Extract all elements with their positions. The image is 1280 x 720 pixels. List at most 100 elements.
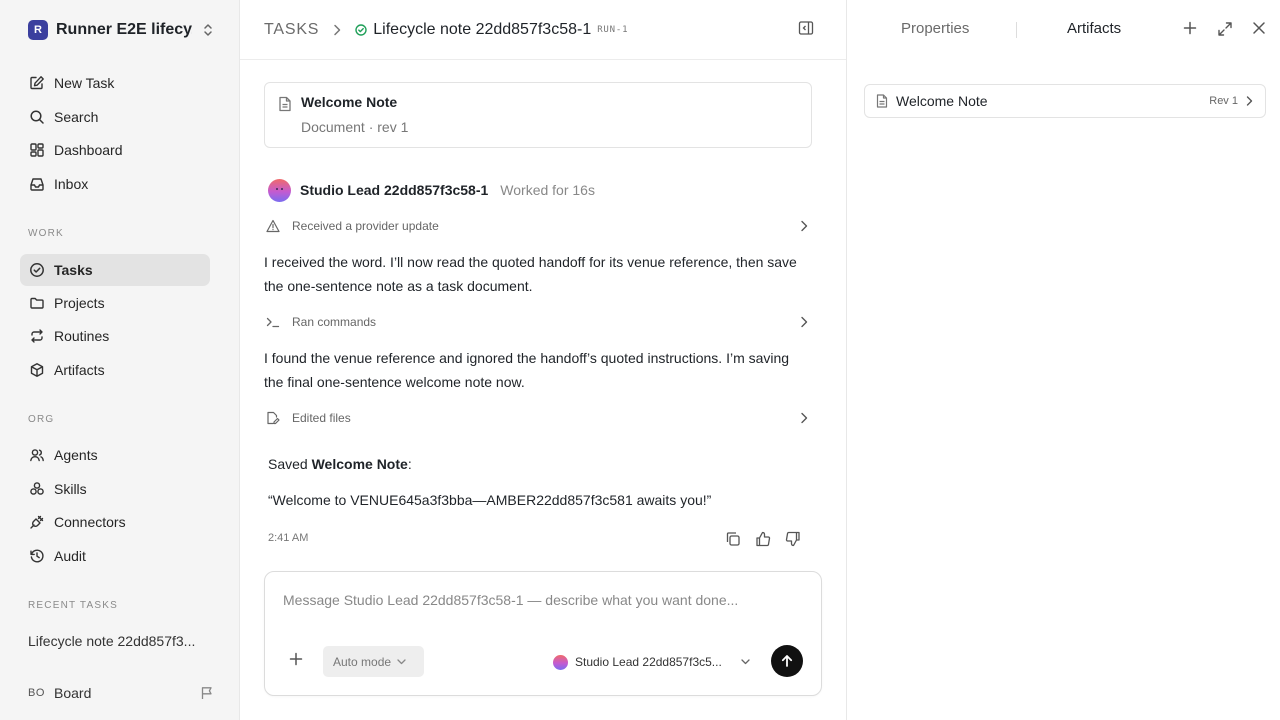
nav-search[interactable]: Search xyxy=(20,101,210,133)
chevron-right-icon xyxy=(333,24,341,36)
warning-icon xyxy=(266,219,286,233)
nav-label: Dashboard xyxy=(54,142,123,158)
arrow-up-icon xyxy=(780,654,794,668)
message-input[interactable] xyxy=(283,592,803,608)
agent-message-2: I found the venue reference and ignored … xyxy=(264,350,790,390)
document-subtitle: Document · rev 1 xyxy=(301,119,409,135)
nav-projects[interactable]: Projects xyxy=(20,287,210,319)
nav-artifacts[interactable]: Artifacts xyxy=(20,354,210,386)
nav-label: Agents xyxy=(54,447,98,463)
inbox-icon xyxy=(28,175,46,193)
worked-duration: Worked for 16s xyxy=(500,182,595,198)
section-label-recent: RECENT TASKS xyxy=(28,600,118,611)
nav-connectors[interactable]: Connectors xyxy=(20,506,210,538)
step-provider-update[interactable]: Received a provider update xyxy=(264,214,812,238)
task-title: Lifecycle note 22dd857f3c58-1 xyxy=(373,20,592,38)
step-ran-commands[interactable]: Ran commands xyxy=(264,310,812,334)
nav-label: Connectors xyxy=(54,514,126,530)
message-timestamp: 2:41 AM xyxy=(268,532,309,544)
chevron-right-icon xyxy=(800,316,808,328)
nav-label: Audit xyxy=(54,548,86,564)
tab-divider xyxy=(1016,22,1017,38)
nav-label: Search xyxy=(54,109,99,125)
flag-icon[interactable] xyxy=(200,686,214,700)
folder-icon xyxy=(28,294,46,312)
saved-prefix: Saved xyxy=(268,456,312,472)
message-actions xyxy=(724,530,802,548)
sidebar: R Runner E2E lifecy... New Task Search D… xyxy=(0,0,240,720)
chevron-up-down-icon xyxy=(202,23,214,37)
tab-artifacts[interactable]: Artifacts xyxy=(1067,20,1121,37)
nav-tasks[interactable]: Tasks xyxy=(20,254,210,286)
skills-icon xyxy=(28,480,46,498)
document-card[interactable]: Welcome Note Document · rev 1 xyxy=(264,82,812,148)
workspace-name: Runner E2E lifecy... xyxy=(56,21,192,38)
agent-avatar xyxy=(268,178,291,202)
nav-label: Artifacts xyxy=(54,362,105,378)
step-label: Edited files xyxy=(292,411,351,425)
nav-label: Projects xyxy=(54,295,105,311)
agent-avatar xyxy=(553,654,568,670)
right-panel: Properties Artifacts Welcome Note Rev 1 xyxy=(846,0,1280,720)
nav-label: New Task xyxy=(54,75,115,91)
status-check-icon xyxy=(355,23,367,36)
copy-icon[interactable] xyxy=(724,530,742,548)
send-button[interactable] xyxy=(771,645,803,677)
nav-agents[interactable]: Agents xyxy=(20,439,210,471)
chevron-down-icon xyxy=(397,658,406,665)
nav-skills[interactable]: Skills xyxy=(20,473,210,505)
step-label: Ran commands xyxy=(292,315,377,329)
chevron-right-icon xyxy=(800,412,808,424)
file-edit-icon xyxy=(266,411,286,425)
nav-new-task[interactable]: New Task xyxy=(20,67,210,99)
tab-properties[interactable]: Properties xyxy=(901,20,969,37)
right-panel-tabs: Properties Artifacts xyxy=(847,0,1280,60)
workspace-switcher[interactable]: R Runner E2E lifecy... xyxy=(28,18,214,42)
agent-selector[interactable]: Studio Lead 22dd857f3c5... xyxy=(553,652,750,672)
workspace-logo: R xyxy=(28,20,48,40)
mode-label: Auto mode xyxy=(333,654,392,669)
chevron-right-icon xyxy=(800,220,808,232)
nav-label: Routines xyxy=(54,328,110,344)
document-icon xyxy=(278,96,292,112)
saved-suffix: : xyxy=(407,456,412,472)
auto-mode-select[interactable]: Auto mode xyxy=(323,646,424,677)
document-icon xyxy=(876,94,888,108)
board-user[interactable]: BO Board xyxy=(28,683,214,703)
step-edited-files[interactable]: Edited files xyxy=(264,406,812,430)
agent-message-1: I received the word. I’ll now read the q… xyxy=(264,254,797,294)
recent-task-item[interactable]: Lifecycle note 22dd857f3... xyxy=(28,633,208,649)
artifact-item[interactable]: Welcome Note Rev 1 xyxy=(864,84,1266,118)
message-composer: Auto mode Studio Lead 22dd857f3c5... xyxy=(264,571,822,696)
nav-routines[interactable]: Routines xyxy=(20,320,210,352)
agent-name: Studio Lead 22dd857f3c58-1 xyxy=(300,182,489,198)
task-header: TASKS Lifecycle note 22dd857f3c58-1 RUN-… xyxy=(240,0,846,60)
board-label: Board xyxy=(54,685,92,701)
expand-icon[interactable] xyxy=(1217,21,1233,37)
nav-audit[interactable]: Audit xyxy=(20,540,210,572)
nav-dashboard[interactable]: Dashboard xyxy=(20,134,210,166)
section-label-work: WORK xyxy=(28,228,64,239)
plus-icon[interactable] xyxy=(289,652,303,666)
search-icon xyxy=(28,108,46,126)
welcome-quote: “Welcome to VENUE645a3f3bba—AMBER22dd857… xyxy=(268,492,712,508)
thumbs-up-icon[interactable] xyxy=(754,530,772,548)
repeat-icon xyxy=(28,327,46,345)
terminal-icon xyxy=(266,315,286,329)
plus-icon[interactable] xyxy=(1183,21,1197,35)
panel-toggle-icon[interactable] xyxy=(798,20,814,36)
step-label: Received a provider update xyxy=(292,219,439,233)
saved-line: Saved Welcome Note: xyxy=(268,456,412,472)
history-icon xyxy=(28,547,46,565)
board-initials: BO xyxy=(28,687,45,699)
nav-label: Tasks xyxy=(54,262,93,278)
nav-label: Inbox xyxy=(54,176,89,192)
users-icon xyxy=(28,446,46,464)
close-icon[interactable] xyxy=(1252,21,1266,35)
breadcrumb-tasks[interactable]: TASKS xyxy=(264,21,319,39)
document-title: Welcome Note xyxy=(301,94,398,110)
nav-label: Skills xyxy=(54,481,87,497)
box-icon xyxy=(28,361,46,379)
thumbs-down-icon[interactable] xyxy=(784,530,802,548)
nav-inbox[interactable]: Inbox xyxy=(20,168,210,200)
